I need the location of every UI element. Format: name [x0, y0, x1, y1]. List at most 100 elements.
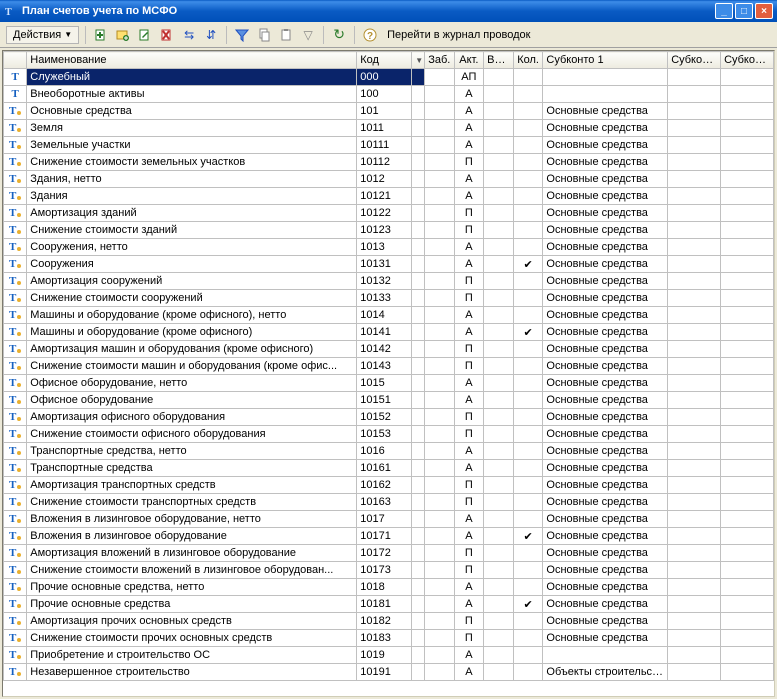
cell-dropdown: [412, 86, 425, 103]
cell-sub2: [668, 290, 721, 307]
cell-kol: [513, 426, 543, 443]
header-zab[interactable]: Заб.: [424, 52, 454, 69]
table-row[interactable]: TАмортизация транспортных средств10162ПО…: [4, 477, 774, 494]
table-row[interactable]: TСнижение стоимости земельных участков10…: [4, 154, 774, 171]
table-row[interactable]: TОфисное оборудование10151АОсновные сред…: [4, 392, 774, 409]
table-row[interactable]: TТранспортные средства, нетто1016АОсновн…: [4, 443, 774, 460]
add-group-icon[interactable]: [114, 26, 132, 44]
cell-name: Амортизация сооружений: [27, 273, 357, 290]
cell-sub1: Основные средства: [543, 137, 668, 154]
window-title: План счетов учета по МСФО: [22, 5, 715, 17]
accounts-grid[interactable]: Наименование Код ▼ Заб. Акт. Вал. Кол. С…: [3, 51, 774, 696]
journal-link[interactable]: Перейти в журнал проводок: [383, 29, 530, 41]
table-row[interactable]: TЗемля1011АОсновные средства: [4, 120, 774, 137]
cell-zab: [424, 358, 454, 375]
row-icon: T: [4, 528, 27, 545]
row-icon: T: [4, 86, 27, 103]
table-row[interactable]: TЗдания, нетто1012АОсновные средства: [4, 171, 774, 188]
table-row[interactable]: TАмортизация зданий10122ПОсновные средст…: [4, 205, 774, 222]
refresh-icon[interactable]: ↻: [330, 26, 348, 44]
header-kol[interactable]: Кол.: [513, 52, 543, 69]
cell-sub1: Основные средства: [543, 273, 668, 290]
clipboard-icon[interactable]: [277, 26, 295, 44]
actions-menu-button[interactable]: Действия ▼: [6, 26, 79, 44]
cell-sub1: Основные средства: [543, 409, 668, 426]
close-button[interactable]: ×: [755, 3, 773, 19]
table-row[interactable]: TАмортизация сооружений10132ПОсновные ср…: [4, 273, 774, 290]
table-row[interactable]: TСнижение стоимости машин и оборудования…: [4, 358, 774, 375]
cell-sub1: [543, 86, 668, 103]
table-row[interactable]: TНезавершенное строительство10191АОбъект…: [4, 664, 774, 681]
cell-name: Приобретение и строительство ОС: [27, 647, 357, 664]
table-row[interactable]: TАмортизация машин и оборудования (кроме…: [4, 341, 774, 358]
header-dropdown[interactable]: ▼: [412, 52, 425, 69]
table-row[interactable]: TСнижение стоимости зданий10123ПОсновные…: [4, 222, 774, 239]
table-row[interactable]: TВнеоборотные активы100А: [4, 86, 774, 103]
table-row[interactable]: TСнижение стоимости офисного оборудовани…: [4, 426, 774, 443]
cell-val: [484, 188, 514, 205]
table-row[interactable]: TВложения в лизинговое оборудование10171…: [4, 528, 774, 545]
filter-clear-icon[interactable]: ▽: [299, 26, 317, 44]
header-code[interactable]: Код: [357, 52, 412, 69]
cell-zab: [424, 154, 454, 171]
table-row[interactable]: TПрочие основные средства, нетто1018АОсн…: [4, 579, 774, 596]
table-row[interactable]: TАмортизация офисного оборудования10152П…: [4, 409, 774, 426]
cell-kol: [513, 477, 543, 494]
table-row[interactable]: TСнижение стоимости сооружений10133ПОсно…: [4, 290, 774, 307]
filter-icon[interactable]: [233, 26, 251, 44]
table-row[interactable]: TТранспортные средства10161АОсновные сре…: [4, 460, 774, 477]
table-row[interactable]: TАмортизация прочих основных средств1018…: [4, 613, 774, 630]
cell-dropdown: [412, 341, 425, 358]
move-down-icon[interactable]: ⇵: [202, 26, 220, 44]
maximize-button[interactable]: □: [735, 3, 753, 19]
cell-kol: [513, 205, 543, 222]
cell-dropdown: [412, 596, 425, 613]
header-name[interactable]: Наименование: [27, 52, 357, 69]
header-sub1[interactable]: Субконто 1: [543, 52, 668, 69]
row-icon: T: [4, 290, 27, 307]
cell-kol: [513, 375, 543, 392]
header-icon[interactable]: [4, 52, 27, 69]
help-icon[interactable]: ?: [361, 26, 379, 44]
header-akt[interactable]: Акт.: [454, 52, 484, 69]
table-row[interactable]: TЗдания10121АОсновные средства: [4, 188, 774, 205]
table-row[interactable]: TСнижение стоимости вложений в лизингово…: [4, 562, 774, 579]
copy-icon[interactable]: [255, 26, 273, 44]
cell-sub3: [721, 341, 774, 358]
row-icon: T: [4, 409, 27, 426]
table-row[interactable]: TСооружения, нетто1013АОсновные средства: [4, 239, 774, 256]
table-row[interactable]: TСлужебный000АП: [4, 69, 774, 86]
cell-name: Транспортные средства: [27, 460, 357, 477]
cell-sub3: [721, 120, 774, 137]
cell-code: 1013: [357, 239, 412, 256]
header-sub3[interactable]: Субкон...: [721, 52, 774, 69]
table-row[interactable]: TМашины и оборудование (кроме офисного)1…: [4, 324, 774, 341]
table-row[interactable]: TСооружения10131А✔Основные средства: [4, 256, 774, 273]
table-row[interactable]: TВложения в лизинговое оборудование, нет…: [4, 511, 774, 528]
table-row[interactable]: TОсновные средства101АОсновные средства: [4, 103, 774, 120]
delete-icon[interactable]: [158, 26, 176, 44]
table-row[interactable]: TМашины и оборудование (кроме офисного),…: [4, 307, 774, 324]
add-icon[interactable]: [92, 26, 110, 44]
minimize-button[interactable]: _: [715, 3, 733, 19]
header-val[interactable]: Вал.: [484, 52, 514, 69]
cell-val: [484, 171, 514, 188]
cell-zab: [424, 273, 454, 290]
header-sub2[interactable]: Субкон...: [668, 52, 721, 69]
edit-icon[interactable]: [136, 26, 154, 44]
table-row[interactable]: TОфисное оборудование, нетто1015АОсновны…: [4, 375, 774, 392]
table-row[interactable]: TАмортизация вложений в лизинговое обору…: [4, 545, 774, 562]
cell-sub1: Основные средства: [543, 358, 668, 375]
cell-kol: [513, 120, 543, 137]
cell-sub1: Объекты строительства: [543, 664, 668, 681]
row-icon: T: [4, 392, 27, 409]
move-up-icon[interactable]: ⇆: [180, 26, 198, 44]
cell-sub1: Основные средства: [543, 324, 668, 341]
row-icon: T: [4, 341, 27, 358]
table-row[interactable]: TПриобретение и строительство ОС1019А: [4, 647, 774, 664]
table-row[interactable]: TЗемельные участки10111АОсновные средств…: [4, 137, 774, 154]
table-row[interactable]: TСнижение стоимости транспортных средств…: [4, 494, 774, 511]
table-row[interactable]: TПрочие основные средства10181А✔Основные…: [4, 596, 774, 613]
table-row[interactable]: TСнижение стоимости прочих основных сред…: [4, 630, 774, 647]
cell-code: 10143: [357, 358, 412, 375]
